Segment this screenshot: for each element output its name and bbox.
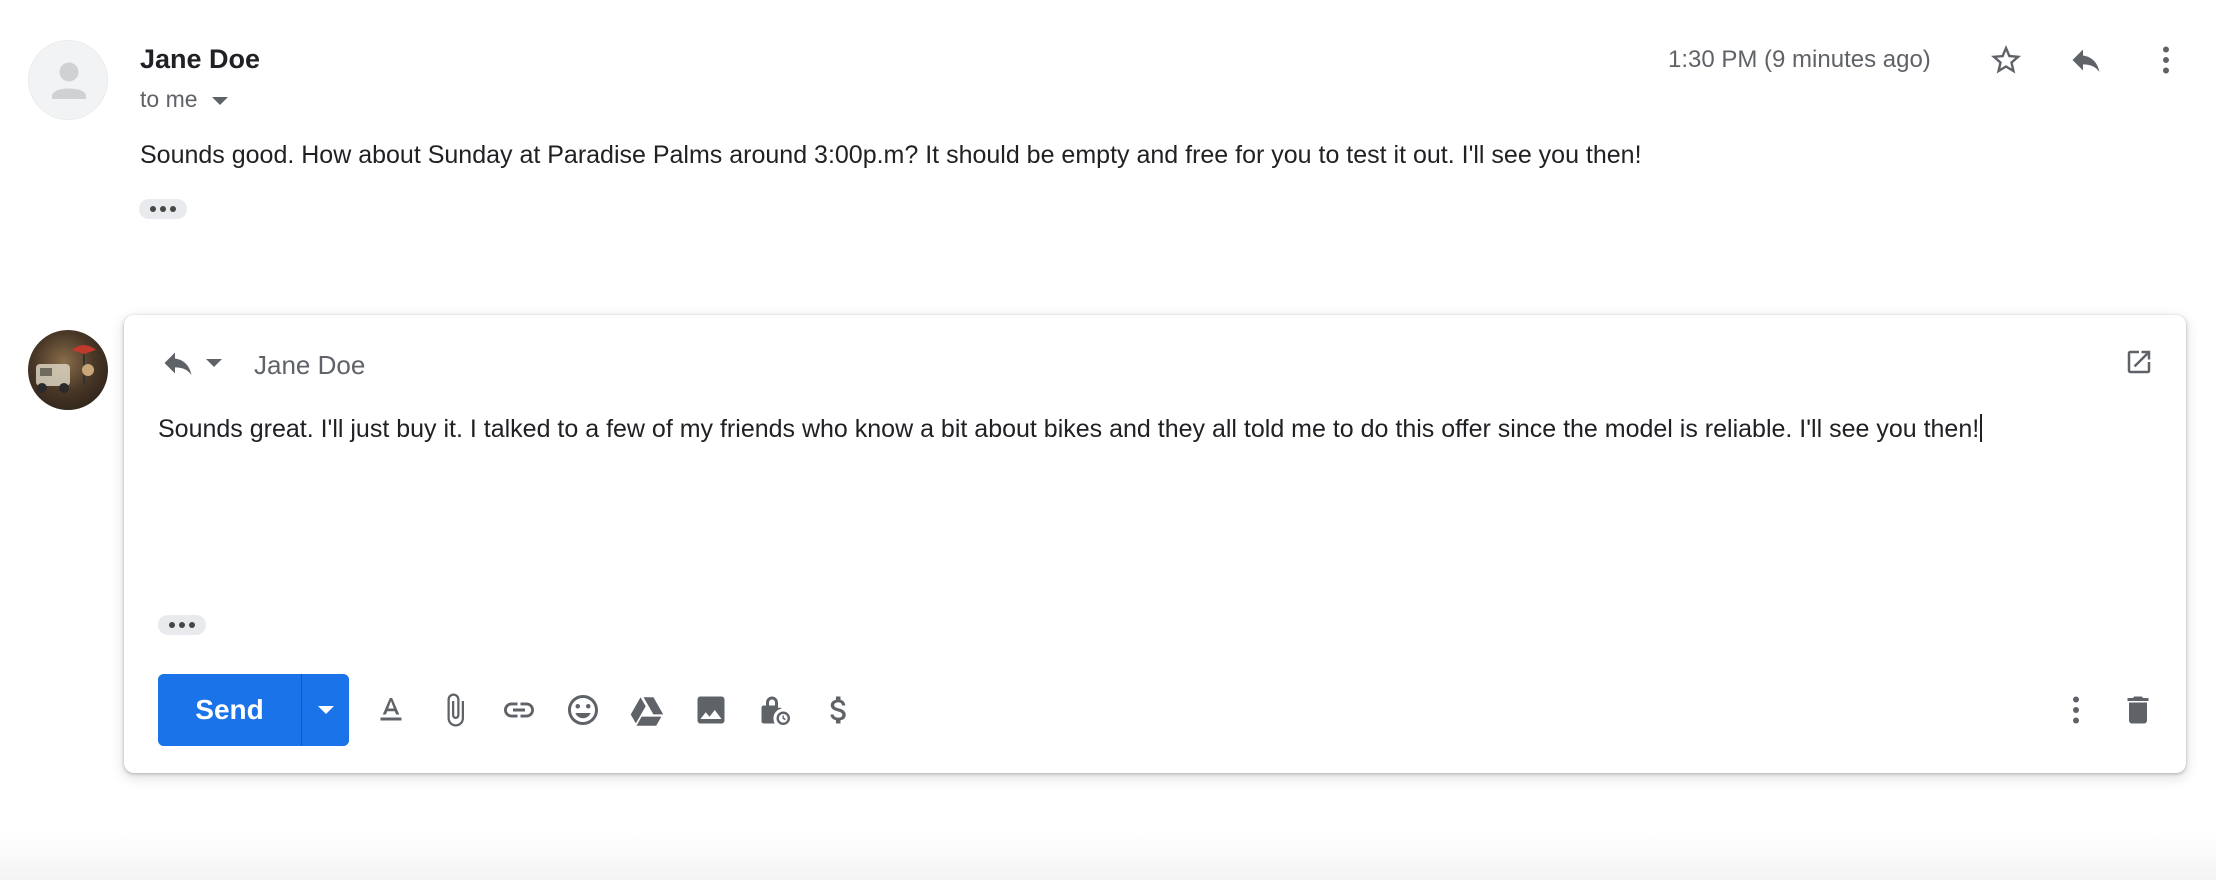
confidential-mode-button[interactable] (753, 688, 797, 732)
reply-recipient[interactable]: Jane Doe (254, 350, 365, 381)
reply-body-text: Sounds great. I'll just buy it. I talked… (158, 415, 1980, 443)
dollar-icon (830, 696, 846, 724)
insert-emoji-button[interactable] (561, 688, 605, 732)
more-compose-options-button[interactable] (2054, 688, 2098, 732)
chevron-down-icon (317, 706, 334, 714)
send-money-button[interactable] (817, 688, 861, 732)
recipient-details-toggle[interactable]: to me (140, 86, 228, 113)
message-body-editor[interactable]: Sounds great. I'll just buy it. I talked… (158, 414, 2156, 574)
message-timestamp: 1:30 PM (9 minutes ago) (1668, 46, 1931, 73)
photo-icon (697, 696, 725, 724)
more-options-button[interactable] (2146, 40, 2186, 80)
more-send-options-button[interactable] (301, 674, 349, 746)
reply-icon (164, 352, 192, 375)
drive-icon (630, 697, 664, 726)
reply-type-menu[interactable] (160, 345, 222, 381)
star-button[interactable] (1986, 40, 2026, 80)
email-thread-view: Jane Doe to me 1:30 PM (9 minutes ago) S… (0, 0, 2216, 880)
recipient-label: to me (140, 86, 198, 112)
text-cursor (1980, 414, 1983, 442)
compose-toolbar: Send (158, 674, 2160, 746)
show-trimmed-content-button[interactable] (139, 199, 187, 219)
format-text-icon (380, 698, 402, 721)
more-vert-icon (2073, 696, 2079, 724)
confidential-mode-icon (761, 696, 790, 725)
reply-icon (2072, 49, 2100, 72)
show-trimmed-content-button[interactable] (158, 615, 206, 635)
pop-out-reply-button[interactable] (2124, 347, 2156, 379)
more-vert-icon (2163, 46, 2169, 74)
photo-avatar-image (36, 345, 96, 393)
attach-files-button[interactable] (433, 688, 477, 732)
emoji-icon (568, 695, 598, 725)
star-icon (1991, 45, 2021, 74)
message-body: Sounds good. How about Sunday at Paradis… (140, 141, 1642, 169)
discard-draft-button[interactable] (2116, 688, 2160, 732)
insert-photo-button[interactable] (689, 688, 733, 732)
attach-icon (447, 693, 464, 727)
reply-button[interactable] (2066, 40, 2106, 80)
open-in-new-icon (2127, 350, 2151, 374)
link-icon (504, 702, 534, 718)
send-button-group: Send (158, 674, 349, 746)
chevron-down-icon (206, 359, 222, 367)
ellipsis-icon (150, 206, 156, 212)
sender-name[interactable]: Jane Doe (140, 44, 260, 75)
insert-link-button[interactable] (497, 688, 541, 732)
insert-from-drive-button[interactable] (625, 688, 669, 732)
send-button[interactable]: Send (158, 674, 301, 746)
user-avatar (28, 330, 108, 410)
chevron-down-icon (211, 96, 228, 105)
person-icon (52, 62, 86, 99)
trash-icon (2127, 696, 2149, 724)
sender-avatar (28, 40, 108, 120)
page-bottom-shadow (0, 832, 2216, 880)
formatting-options-button[interactable] (369, 688, 413, 732)
ellipsis-icon (169, 622, 175, 628)
reply-composer: Jane Doe Sounds great. I'll just buy it.… (124, 315, 2186, 773)
